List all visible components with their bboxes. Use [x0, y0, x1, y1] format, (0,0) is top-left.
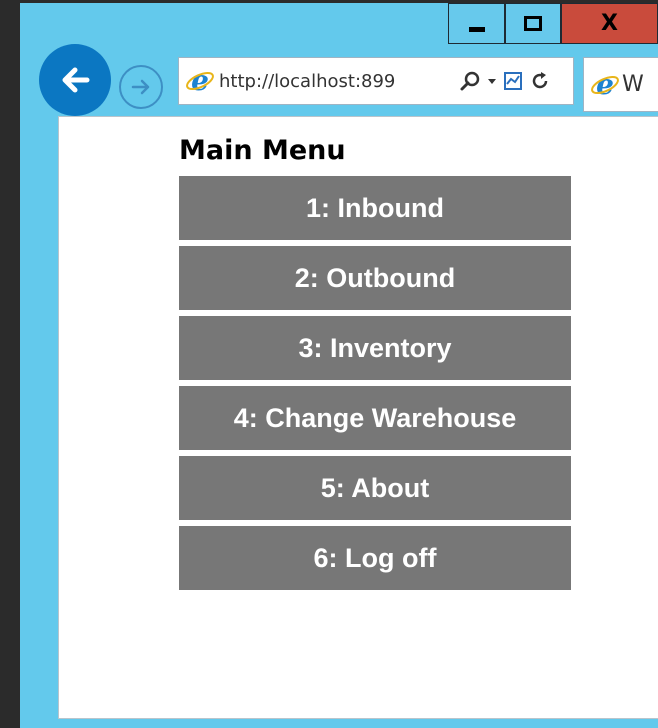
forward-arrow-icon	[131, 79, 150, 95]
address-bar[interactable]: e http://localhost:899	[178, 57, 574, 105]
browser-window: X e http://localhost:899 e W Main Menu 1…	[20, 3, 658, 728]
menu-item-log-off[interactable]: 6: Log off	[179, 526, 571, 590]
menu-item-about[interactable]: 5: About	[179, 456, 571, 520]
minimize-icon	[468, 27, 485, 32]
address-url[interactable]: http://localhost:899	[219, 71, 451, 92]
close-button[interactable]: X	[561, 3, 658, 44]
back-arrow-icon	[62, 67, 90, 93]
menu-item-inbound[interactable]: 1: Inbound	[179, 176, 571, 240]
internet-explorer-icon: e	[186, 66, 214, 96]
maximize-button[interactable]	[505, 3, 561, 44]
internet-explorer-icon: e	[591, 70, 619, 100]
menu-item-outbound[interactable]: 2: Outbound	[179, 246, 571, 310]
compatibility-view-icon[interactable]	[503, 70, 523, 92]
minimize-button[interactable]	[448, 3, 505, 44]
menu-item-inventory[interactable]: 3: Inventory	[179, 316, 571, 380]
menu-item-change-warehouse[interactable]: 4: Change Warehouse	[179, 386, 571, 450]
maximize-icon	[524, 16, 542, 31]
page-title: Main Menu	[179, 135, 346, 166]
main-menu: 1: Inbound 2: Outbound 3: Inventory 4: C…	[179, 176, 571, 596]
svg-text:e: e	[191, 66, 209, 96]
close-icon: X	[601, 10, 618, 36]
browser-tab[interactable]: e W	[583, 57, 658, 112]
chevron-down-icon[interactable]	[487, 70, 497, 92]
forward-button[interactable]	[119, 65, 163, 109]
tab-title: W	[622, 72, 644, 97]
refresh-icon[interactable]	[529, 70, 551, 92]
svg-text:e: e	[596, 70, 614, 100]
back-button[interactable]	[39, 44, 111, 116]
search-icon[interactable]	[459, 70, 481, 92]
page-content: Main Menu 1: Inbound 2: Outbound 3: Inve…	[58, 116, 658, 719]
